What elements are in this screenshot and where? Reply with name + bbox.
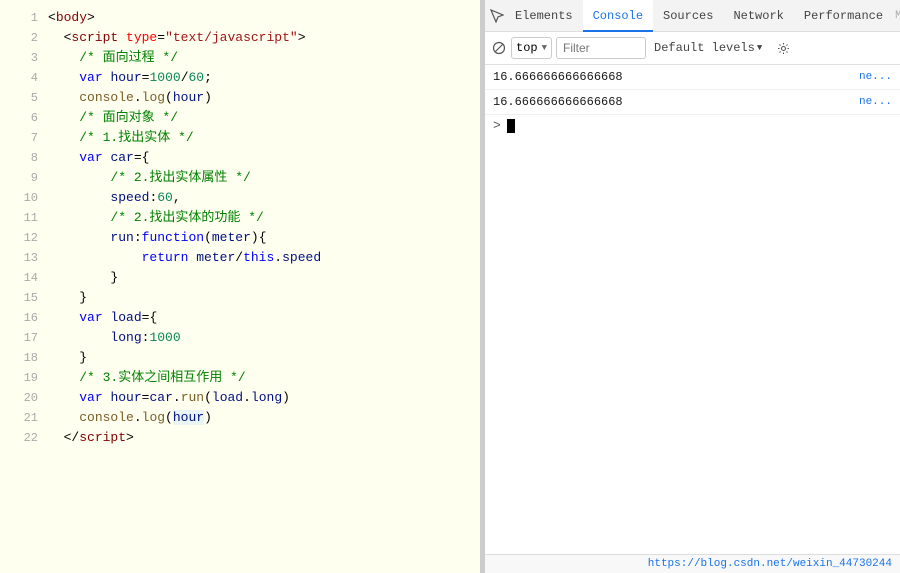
tab-network[interactable]: Network (723, 0, 793, 32)
line-number: 18 (8, 348, 38, 368)
code-content: long:1000 (48, 328, 472, 348)
code-line: 1 <body> (0, 8, 480, 28)
code-content: speed:60, (48, 188, 472, 208)
console-source-link[interactable]: ne... (859, 68, 892, 86)
line-number: 1 (8, 8, 38, 28)
code-content: run:function(meter){ (48, 228, 472, 248)
line-number: 11 (8, 208, 38, 228)
code-line: 9 /* 2.找出实体属性 */ (0, 168, 480, 188)
console-prompt-icon: > (493, 118, 501, 133)
devtools-panel: ElementsConsoleSourcesNetworkPerformance… (484, 0, 900, 573)
code-line: 6 /* 面向对象 */ (0, 108, 480, 128)
clear-console-icon[interactable] (491, 40, 507, 56)
line-number: 12 (8, 228, 38, 248)
code-content: </script> (48, 428, 472, 448)
code-line: 5 console.log(hour) (0, 88, 480, 108)
code-line: 19 /* 3.实体之间相互作用 */ (0, 368, 480, 388)
console-toolbar: top ▼ Default levels ▼ (485, 32, 900, 65)
devtools-tabs: ElementsConsoleSourcesNetworkPerformance… (485, 0, 900, 32)
console-output: 16.666666666666668 ne... 16.666666666666… (485, 65, 900, 554)
code-line: 12 run:function(meter){ (0, 228, 480, 248)
chevron-down-icon: ▼ (542, 43, 547, 53)
console-value: 16.666666666666668 (493, 93, 851, 111)
line-number: 19 (8, 368, 38, 388)
tab-sources[interactable]: Sources (653, 0, 723, 32)
code-line: 18 } (0, 348, 480, 368)
line-number: 22 (8, 428, 38, 448)
top-context-selector[interactable]: top ▼ (511, 37, 552, 59)
code-content: return meter/this.speed (48, 248, 472, 268)
code-line: 16 var load={ (0, 308, 480, 328)
line-number: 20 (8, 388, 38, 408)
console-entry: 16.666666666666668 ne... (485, 90, 900, 115)
code-content: } (48, 348, 472, 368)
code-content: /* 2.找出实体属性 */ (48, 168, 472, 188)
code-content: var hour=1000/60; (48, 68, 472, 88)
console-filter-input[interactable] (556, 37, 646, 59)
line-number: 15 (8, 288, 38, 308)
code-line: 13 return meter/this.speed (0, 248, 480, 268)
line-number: 10 (8, 188, 38, 208)
code-content: var load={ (48, 308, 472, 328)
tab-elements[interactable]: Elements (505, 0, 583, 32)
code-line: 11 /* 2.找出实体的功能 */ (0, 208, 480, 228)
code-line: 2 <script type="text/javascript"> (0, 28, 480, 48)
line-number: 21 (8, 408, 38, 428)
code-content: } (48, 268, 472, 288)
line-number: 6 (8, 108, 38, 128)
code-line: 14 } (0, 268, 480, 288)
line-number: 2 (8, 28, 38, 48)
line-number: 13 (8, 248, 38, 268)
line-number: 3 (8, 48, 38, 68)
default-levels-label: Default levels (654, 41, 755, 55)
code-line: 17 long:1000 (0, 328, 480, 348)
code-line: 10 speed:60, (0, 188, 480, 208)
code-line: 3 /* 面向过程 */ (0, 48, 480, 68)
console-source-link[interactable]: ne... (859, 93, 892, 111)
code-editor: 1<body>2 <script type="text/javascript">… (0, 0, 480, 573)
line-number: 5 (8, 88, 38, 108)
code-content: /* 面向对象 */ (48, 108, 472, 128)
code-content: console.log(hour) (48, 408, 472, 428)
code-line: 22 </script> (0, 428, 480, 448)
code-content: /* 面向过程 */ (48, 48, 472, 68)
code-line: 8 var car={ (0, 148, 480, 168)
line-number: 16 (8, 308, 38, 328)
console-input-line[interactable]: > (485, 115, 900, 136)
tab-performance[interactable]: Performance (794, 0, 893, 32)
console-value: 16.666666666666668 (493, 68, 851, 86)
code-line: 20 var hour=car.run(load.long) (0, 388, 480, 408)
tab-console[interactable]: Console (583, 0, 653, 32)
code-content: /* 3.实体之间相互作用 */ (48, 368, 472, 388)
code-content: /* 2.找出实体的功能 */ (48, 208, 472, 228)
default-levels-button[interactable]: Default levels ▼ (650, 37, 766, 59)
line-number: 17 (8, 328, 38, 348)
footer-url-text: https://blog.csdn.net/weixin_44730244 (648, 558, 892, 570)
code-line: 15 } (0, 288, 480, 308)
console-entry: 16.666666666666668 ne... (485, 65, 900, 90)
code-line: 7 /* 1.找出实体 */ (0, 128, 480, 148)
code-content: var car={ (48, 148, 472, 168)
line-number: 8 (8, 148, 38, 168)
code-line: 4 var hour=1000/60; (0, 68, 480, 88)
code-content: var hour=car.run(load.long) (48, 388, 472, 408)
line-number: 14 (8, 268, 38, 288)
code-line: 21 console.log(hour) (0, 408, 480, 428)
code-content: /* 1.找出实体 */ (48, 128, 472, 148)
levels-chevron-icon: ▼ (757, 43, 762, 53)
console-cursor (507, 119, 515, 133)
code-content: } (48, 288, 472, 308)
top-context-label: top (516, 41, 538, 55)
inspect-icon[interactable] (490, 4, 504, 28)
devtools-footer-url[interactable]: https://blog.csdn.net/weixin_44730244 (485, 554, 900, 573)
code-content: <script type="text/javascript"> (48, 28, 472, 48)
line-number: 9 (8, 168, 38, 188)
line-number: 4 (8, 68, 38, 88)
line-number: 7 (8, 128, 38, 148)
code-content: console.log(hour) (48, 88, 472, 108)
settings-icon[interactable] (771, 36, 795, 60)
code-content: <body> (48, 8, 472, 28)
